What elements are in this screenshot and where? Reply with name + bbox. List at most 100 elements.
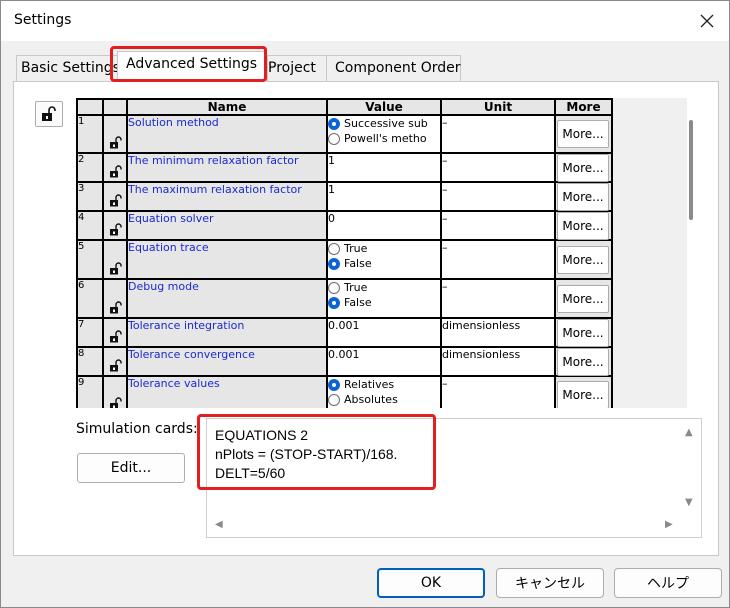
radio-button[interactable] [329, 117, 340, 130]
table-row: 6 Debug mode True False – More... [76, 278, 613, 319]
radio-button[interactable] [329, 296, 340, 309]
scroll-left-icon[interactable]: ◀ [215, 519, 223, 530]
help-button[interactable]: ヘルプ [614, 568, 722, 598]
more-button[interactable]: More... [557, 211, 609, 240]
more-button[interactable]: More... [557, 347, 609, 376]
radio-button[interactable] [329, 132, 340, 145]
radio-button[interactable] [329, 257, 340, 270]
parameter-unit: – [440, 152, 556, 183]
close-button[interactable] [685, 1, 729, 41]
table-row: 7 Tolerance integration 0.001 dimensionless… [76, 317, 613, 348]
radio-option[interactable]: Successive sub [329, 117, 439, 131]
header-value: Value [326, 98, 442, 116]
parameter-unit: – [440, 375, 556, 408]
radio-button[interactable] [329, 378, 340, 391]
radio-button[interactable] [329, 281, 340, 294]
row-number: 1 [76, 114, 104, 154]
row-number: 7 [76, 317, 104, 348]
row-lock-cell[interactable] [102, 375, 128, 408]
parameter-value-cell[interactable]: Successive sub Powell's metho [326, 114, 442, 154]
radio-option[interactable]: Absolutes [329, 392, 439, 407]
row-number: 4 [76, 210, 104, 241]
parameter-unit: – [440, 181, 556, 212]
more-button[interactable]: More... [557, 245, 609, 274]
table-row: 4 Equation solver 0 – More... [76, 210, 613, 241]
row-lock-cell[interactable] [102, 152, 128, 183]
radio-option[interactable]: True [329, 242, 439, 256]
scroll-up-icon[interactable]: ▲ [685, 427, 693, 438]
lock-icon [110, 262, 122, 275]
parameter-unit: dimensionless [440, 317, 556, 348]
lock-icon [110, 330, 122, 343]
parameter-unit: dimensionless [440, 346, 556, 377]
row-number: 8 [76, 346, 104, 377]
table-row: 3 The maximum relaxation factor 1 – More... [76, 181, 613, 212]
settings-table: Name Value Unit More 1 Solution method Suc… [76, 98, 613, 408]
parameter-value-cell[interactable]: 1 [326, 152, 442, 183]
tab-highlight-box [110, 46, 267, 82]
radio-label: False [344, 257, 372, 270]
parameter-value-cell[interactable]: 1 [326, 181, 442, 212]
parameter-unit: – [440, 210, 556, 241]
tab-basic-settings[interactable]: Basic Settings [16, 55, 120, 81]
parameter-name: Tolerance values [126, 375, 328, 408]
parameter-unit: – [440, 239, 556, 280]
more-button[interactable]: More... [557, 381, 609, 408]
row-lock-cell[interactable] [102, 278, 128, 319]
more-button[interactable]: More... [557, 120, 609, 148]
title-bar: Settings [1, 1, 729, 41]
value-text: 0.001 [328, 348, 360, 361]
radio-label: Absolutes [344, 393, 398, 406]
edit-button[interactable]: Edit... [77, 453, 185, 483]
table-header-row: Name Value Unit More [76, 98, 613, 116]
more-button[interactable]: More... [557, 153, 609, 182]
value-text: 1 [328, 154, 335, 167]
row-lock-cell[interactable] [102, 114, 128, 154]
ok-button[interactable]: OK [377, 568, 485, 598]
parameter-name: Solution method [126, 114, 328, 154]
parameter-value-cell[interactable]: 0.001 [326, 346, 442, 377]
parameter-value-cell[interactable]: 0.001 [326, 317, 442, 348]
more-cell: More... [554, 210, 613, 241]
more-button[interactable]: More... [557, 284, 609, 313]
settings-grid: Name Value Unit More 1 Solution method Suc… [76, 98, 687, 408]
radio-label: Relatives [344, 378, 395, 391]
parameter-value-cell[interactable]: True False [326, 239, 442, 280]
more-button[interactable]: More... [557, 318, 609, 347]
tab-component-order[interactable]: Component Order [326, 55, 461, 81]
more-button[interactable]: More... [557, 182, 609, 211]
row-lock-cell[interactable] [102, 181, 128, 212]
value-text: 1 [328, 183, 335, 196]
row-number: 9 [76, 375, 104, 408]
radio-option[interactable]: False [329, 295, 439, 310]
radio-option[interactable]: False [329, 256, 439, 271]
lock-toggle-button[interactable] [35, 101, 63, 127]
value-text: 0.001 [328, 319, 360, 332]
row-lock-cell[interactable] [102, 239, 128, 280]
parameter-value-cell[interactable]: Relatives Absolutes [326, 375, 442, 408]
parameter-value-cell[interactable]: True False [326, 278, 442, 319]
tab-project[interactable]: Project [267, 55, 327, 81]
radio-option[interactable]: True [329, 281, 439, 295]
radio-button[interactable] [329, 393, 340, 406]
scroll-right-icon[interactable]: ▶ [665, 519, 673, 530]
row-lock-cell[interactable] [102, 317, 128, 348]
lock-icon [110, 223, 122, 236]
lock-icon [110, 165, 122, 178]
table-row: 8 Tolerance convergence 0.001 dimensionless… [76, 346, 613, 377]
grid-scrollbar-thumb[interactable] [689, 120, 693, 220]
lock-icon [110, 301, 122, 314]
radio-option[interactable]: Relatives [329, 378, 439, 392]
row-lock-cell[interactable] [102, 210, 128, 241]
radio-button[interactable] [329, 242, 340, 255]
value-text: 0 [328, 212, 335, 225]
parameter-value-cell[interactable]: 0 [326, 210, 442, 241]
header-more: More [554, 98, 613, 116]
row-lock-cell[interactable] [102, 346, 128, 377]
parameter-unit: – [440, 114, 556, 154]
table-row: 2 The minimum relaxation factor 1 – More... [76, 152, 613, 183]
cancel-button[interactable]: キャンセル [496, 568, 604, 598]
radio-option[interactable]: Powell's metho [329, 131, 439, 146]
more-cell: More... [554, 346, 613, 377]
scroll-down-icon[interactable]: ▼ [685, 497, 693, 508]
